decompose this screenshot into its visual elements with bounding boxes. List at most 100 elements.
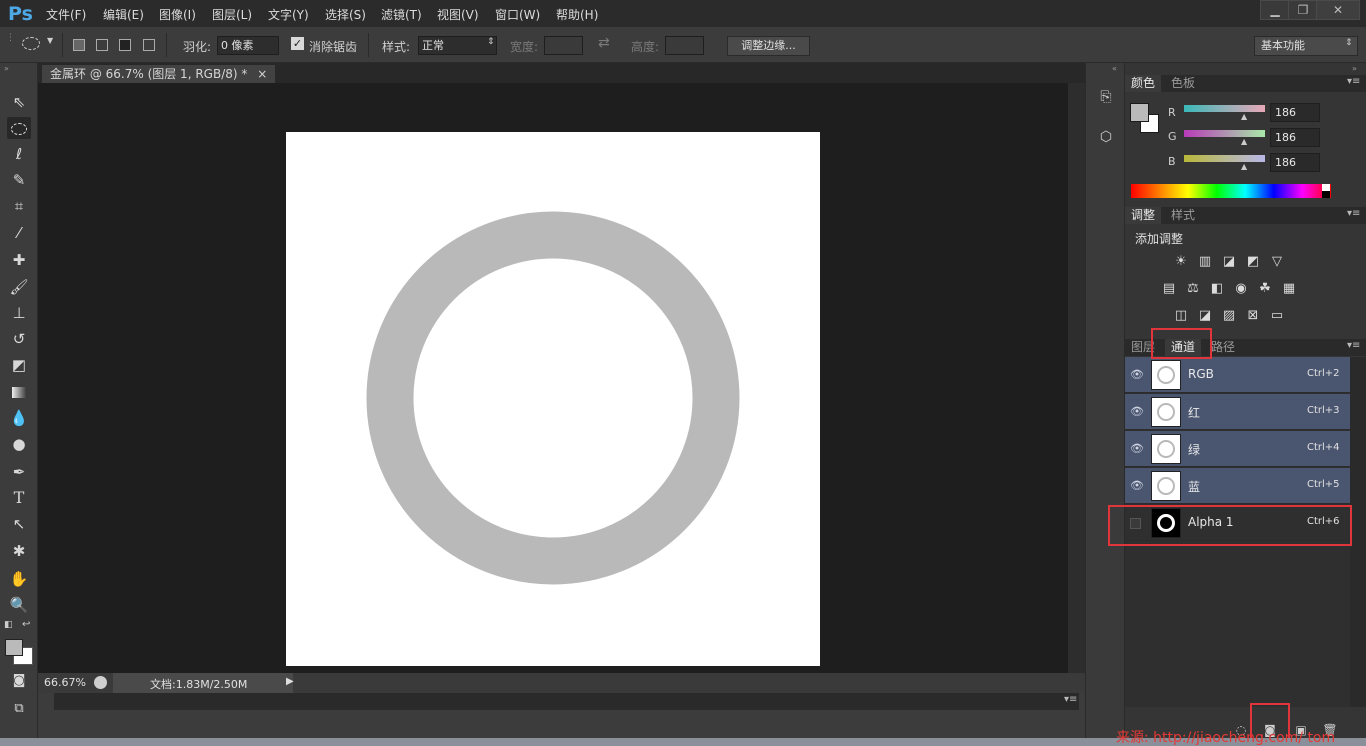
pen-tool-icon[interactable]: ✒	[7, 461, 31, 483]
tab-adjustments[interactable]: 调整	[1125, 207, 1162, 224]
gradient-map-icon[interactable]: ▭	[1268, 307, 1286, 325]
gradient-tool-icon[interactable]	[7, 381, 31, 403]
healing-brush-tool-icon[interactable]: ✚	[7, 249, 31, 271]
channel-row[interactable]: 👁 蓝 Ctrl+5	[1125, 468, 1350, 504]
posterize-icon[interactable]: ◪	[1196, 307, 1214, 325]
menu-file[interactable]: 文件(F)	[46, 6, 86, 23]
move-tool-icon[interactable]: ⇖	[7, 91, 31, 113]
eye-icon[interactable]: 👁	[1130, 442, 1144, 455]
new-selection-icon[interactable]	[73, 39, 85, 51]
hue-saturation-icon[interactable]: ▤	[1160, 280, 1178, 298]
brush-tool-icon[interactable]: 🖌	[7, 276, 31, 298]
canvas[interactable]	[286, 132, 820, 666]
channel-row[interactable]: 👁 红 Ctrl+3	[1125, 394, 1350, 430]
green-value-input[interactable]: 186	[1270, 128, 1320, 147]
panel-menu-icon[interactable]: ▾≡	[1347, 76, 1360, 87]
properties-panel-icon[interactable]: ⬡	[1095, 126, 1117, 148]
panel-menu-icon[interactable]: ▾≡	[1347, 208, 1360, 219]
menu-help[interactable]: 帮助(H)	[556, 6, 598, 23]
quick-mask-icon[interactable]: ◙	[7, 670, 31, 692]
color-spectrum-bar[interactable]	[1131, 184, 1331, 198]
play-icon[interactable]: ▶	[286, 676, 294, 687]
vertical-scrollbar[interactable]	[1068, 83, 1085, 673]
black-white-icon[interactable]: ◧	[1208, 280, 1226, 298]
shape-tool-icon[interactable]: ✱	[7, 540, 31, 562]
eyedropper-tool-icon[interactable]: ⁄	[7, 222, 31, 244]
menu-layer[interactable]: 图层(L)	[212, 6, 252, 23]
red-value-input[interactable]: 186	[1270, 103, 1320, 122]
screen-mode-icon[interactable]: ⧉	[7, 698, 31, 720]
elliptical-marquee-tool-icon[interactable]	[7, 117, 31, 139]
eye-icon[interactable]: 👁	[1130, 479, 1144, 492]
chevron-down-icon[interactable]: ▼	[47, 36, 53, 45]
feather-input[interactable]: 0 像素	[217, 36, 279, 55]
style-select[interactable]: 正常	[418, 36, 497, 55]
path-selection-tool-icon[interactable]: ↖	[7, 513, 31, 535]
crop-tool-icon[interactable]: ⌗	[7, 195, 31, 217]
zoom-level[interactable]: 66.67%	[44, 676, 86, 689]
refine-edge-button[interactable]: 调整边缘...	[727, 36, 810, 56]
tab-color[interactable]: 颜色	[1125, 75, 1162, 92]
panel-menu-icon[interactable]: ▾≡	[1347, 340, 1360, 351]
panel-menu-icon[interactable]: ▾≡	[1064, 694, 1077, 705]
elliptical-marquee-preset-icon[interactable]	[22, 37, 40, 50]
foreground-color-swatch[interactable]	[5, 639, 23, 656]
foreground-color-swatch[interactable]	[1130, 103, 1149, 122]
blue-value-input[interactable]: 186	[1270, 153, 1320, 172]
brightness-icon[interactable]: ☀	[1172, 253, 1190, 271]
menu-window[interactable]: 窗口(W)	[495, 6, 540, 23]
workspace-select[interactable]: 基本功能	[1254, 36, 1358, 56]
tab-swatches[interactable]: 色板	[1165, 75, 1201, 92]
menu-filter[interactable]: 滤镜(T)	[381, 6, 422, 23]
blue-slider[interactable]	[1184, 155, 1265, 162]
restore-button[interactable]: ❐	[1288, 0, 1318, 20]
slider-thumb[interactable]: ▲	[1241, 162, 1247, 171]
color-lookup-icon[interactable]: ▦	[1280, 280, 1298, 298]
invert-icon[interactable]: ◫	[1172, 307, 1190, 325]
channel-row[interactable]: 👁 绿 Ctrl+4	[1125, 431, 1350, 467]
selective-color-icon[interactable]: ⊠	[1244, 307, 1262, 325]
document-tab[interactable]: 金属环 @ 66.7% (图层 1, RGB/8) * ×	[42, 65, 276, 83]
vibrance-icon[interactable]: ▽	[1268, 253, 1286, 271]
hand-tool-icon[interactable]: ✋	[7, 568, 31, 590]
clone-stamp-tool-icon[interactable]: ⊥	[7, 302, 31, 324]
status-info-icon[interactable]	[94, 676, 107, 689]
collapse-icon[interactable]: «	[1112, 64, 1117, 73]
menu-image[interactable]: 图像(I)	[159, 6, 196, 23]
slider-thumb[interactable]: ▲	[1241, 112, 1247, 121]
default-colors-icon[interactable]: ◧	[4, 620, 13, 630]
slider-thumb[interactable]: ▲	[1241, 137, 1247, 146]
menu-edit[interactable]: 编辑(E)	[103, 6, 144, 23]
close-window-button[interactable]: ✕	[1316, 0, 1360, 20]
history-brush-tool-icon[interactable]: ↺	[7, 328, 31, 350]
dodge-tool-icon[interactable]: ●	[7, 433, 31, 455]
expand-icon[interactable]: »	[4, 64, 9, 73]
add-selection-icon[interactable]	[96, 39, 108, 51]
menu-type[interactable]: 文字(Y)	[268, 6, 309, 23]
threshold-icon[interactable]: ▨	[1220, 307, 1238, 325]
close-tab-icon[interactable]: ×	[257, 67, 267, 81]
tab-styles[interactable]: 样式	[1165, 207, 1201, 224]
channel-mixer-icon[interactable]: ☘	[1256, 280, 1274, 298]
zoom-tool-icon[interactable]: 🔍	[7, 594, 31, 616]
green-slider[interactable]	[1184, 130, 1265, 137]
antialias-checkbox[interactable]: ✓	[291, 37, 304, 50]
eye-icon[interactable]: 👁	[1130, 405, 1144, 418]
photo-filter-icon[interactable]: ◉	[1232, 280, 1250, 298]
swap-colors-icon[interactable]: ↩	[22, 619, 30, 630]
curves-icon[interactable]: ◪	[1220, 253, 1238, 271]
quick-selection-tool-icon[interactable]: ✎	[7, 169, 31, 191]
eraser-tool-icon[interactable]: ◩	[7, 354, 31, 376]
blur-tool-icon[interactable]: 💧	[7, 407, 31, 429]
intersect-selection-icon[interactable]	[143, 39, 155, 51]
color-balance-icon[interactable]: ⚖	[1184, 280, 1202, 298]
subtract-selection-icon[interactable]	[119, 39, 131, 51]
lasso-tool-icon[interactable]: ℓ	[7, 143, 31, 165]
levels-icon[interactable]: ▥	[1196, 253, 1214, 271]
channel-list-scrollbar[interactable]	[1350, 357, 1366, 707]
exposure-icon[interactable]: ◩	[1244, 253, 1262, 271]
eye-icon[interactable]: 👁	[1130, 368, 1144, 381]
channel-row[interactable]: 👁 RGB Ctrl+2	[1125, 357, 1350, 393]
type-tool-icon[interactable]: T	[7, 487, 31, 509]
menu-select[interactable]: 选择(S)	[325, 6, 366, 23]
